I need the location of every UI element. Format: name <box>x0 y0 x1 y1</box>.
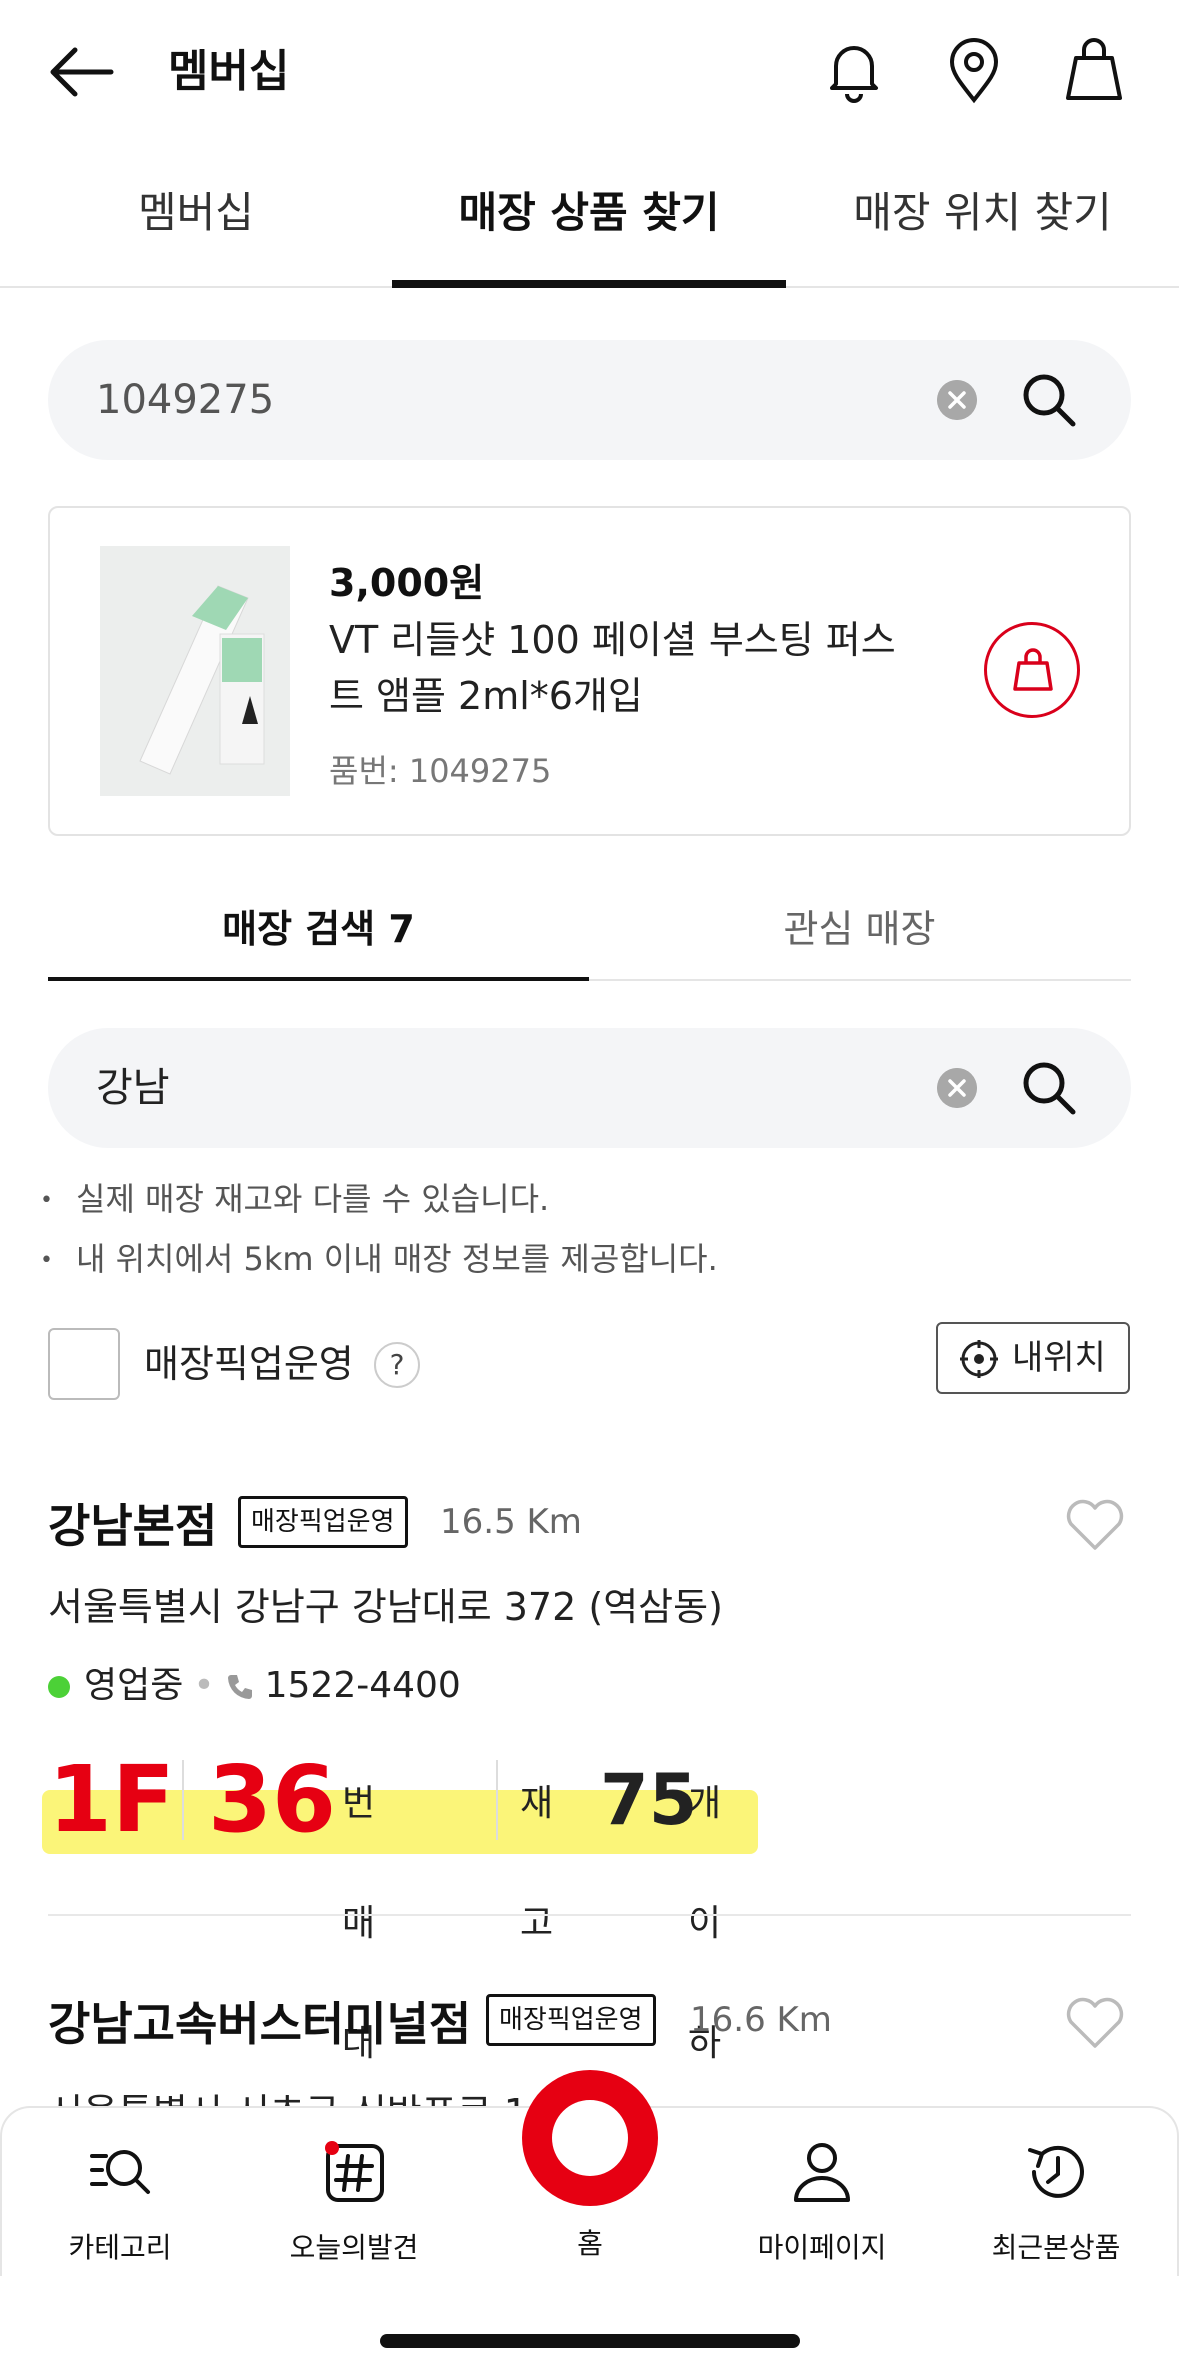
nav-label[interactable]: 홈 <box>522 2222 658 2262</box>
nav-category[interactable]: 카테고리 <box>40 2136 200 2266</box>
tab-membership[interactable]: 멤버십 <box>0 170 392 288</box>
crosshair-icon <box>960 1340 998 1378</box>
shelf-number: 36 <box>208 1746 337 1853</box>
shopping-bag-icon[interactable] <box>1058 34 1130 106</box>
store-distance: 16.5 Km <box>440 1502 582 1542</box>
store-search-input[interactable]: 강남 <box>48 1028 1131 1148</box>
page-title: 멤버십 <box>168 46 290 97</box>
category-search-icon <box>90 2150 150 2194</box>
product-code: 품번: 1049275 <box>329 752 552 790</box>
heart-icon[interactable] <box>1064 1498 1126 1552</box>
product-search-value[interactable]: 1049275 <box>96 340 274 460</box>
store-divider <box>48 1914 1131 1916</box>
store-name[interactable]: 강남본점 <box>48 1490 217 1556</box>
nav-recent-products[interactable]: 최근본상품 <box>976 2136 1136 2266</box>
nav-label: 최근본상품 <box>991 2231 1121 2264</box>
pickup-badge: 매장픽업운영 <box>486 1994 656 2046</box>
bell-icon[interactable] <box>818 34 890 106</box>
person-icon <box>794 2143 850 2202</box>
phone-icon <box>227 1675 252 1699</box>
store-phone[interactable]: 1522-4400 <box>265 1665 461 1706</box>
home-indicator[interactable] <box>380 2334 800 2348</box>
history-icon <box>1028 2145 1084 2198</box>
stock-prefix: 재고 <box>520 1783 554 1944</box>
back-arrow-icon[interactable] <box>45 40 117 104</box>
product-image <box>100 546 290 796</box>
my-location-button[interactable]: 내위치 <box>936 1322 1130 1394</box>
notice-list: 실제 매장 재고와 다를 수 있습니다. 내 위치에서 5km 이내 매장 정보… <box>40 1170 718 1290</box>
nav-today-discovery[interactable]: 오늘의발견 <box>274 2136 434 2266</box>
separator: • <box>193 1665 215 1706</box>
search-icon[interactable] <box>1019 1058 1079 1118</box>
notice-item: 내 위치에서 5km 이내 매장 정보를 제공합니다. <box>40 1230 718 1290</box>
floor-value: 1F <box>48 1746 175 1853</box>
product-search-input[interactable]: 1049275 <box>48 340 1131 460</box>
divider-line <box>182 1760 184 1840</box>
location-pin-icon[interactable] <box>938 34 1010 106</box>
home-button[interactable] <box>522 2070 658 2206</box>
search-icon[interactable] <box>1019 370 1079 430</box>
store-address: 서울특별시 강남구 강남대로 372 (역삼동) <box>48 1585 723 1629</box>
heart-icon[interactable] <box>1064 1996 1126 2050</box>
store-tabs: 매장 검색 7 관심 매장 <box>48 893 1131 981</box>
store-status: 영업중 • 1522-4400 <box>48 1660 461 1712</box>
clear-icon[interactable] <box>937 1068 977 1108</box>
product-card[interactable]: 3,000원 VT 리들샷 100 페이셜 부스팅 퍼스트 앰플 2ml*6개입… <box>48 506 1131 836</box>
active-store-tab-indicator <box>48 977 589 981</box>
tab-favorite-stores[interactable]: 관심 매장 <box>589 893 1130 965</box>
product-price: 3,000원 <box>329 561 485 605</box>
tab-store-location[interactable]: 매장 위치 찾기 <box>786 170 1179 288</box>
nav-mypage[interactable]: 마이페이지 <box>742 2136 902 2266</box>
stock-suffix: 개 이하 <box>688 1783 722 2064</box>
stock-count: 75 <box>600 1759 698 1841</box>
pickup-badge: 매장픽업운영 <box>238 1496 408 1548</box>
open-status-label: 영업중 <box>84 1665 184 1706</box>
product-name: VT 리들샷 100 페이셜 부스팅 퍼스트 앰플 2ml*6개입 <box>329 618 896 718</box>
pickup-filter-label[interactable]: 매장픽업운영 <box>144 1328 354 1400</box>
hashtag-icon <box>325 2141 384 2202</box>
store-name[interactable]: 강남고속버스터미널점 <box>48 1988 471 2054</box>
clear-icon[interactable] <box>937 380 977 420</box>
active-tab-indicator <box>392 280 786 288</box>
my-location-label[interactable]: 내위치 <box>1012 1338 1106 1378</box>
store-distance: 16.6 Km <box>690 2000 832 2040</box>
notice-item: 실제 매장 재고와 다를 수 있습니다. <box>40 1170 718 1230</box>
tab-store-product-search[interactable]: 매장 상품 찾기 <box>392 170 786 288</box>
tab-store-search[interactable]: 매장 검색 7 <box>48 893 589 965</box>
help-icon[interactable]: ? <box>374 1342 420 1388</box>
main-tabs: 멤버십 매장 상품 찾기 매장 위치 찾기 <box>0 170 1179 288</box>
store-search-value[interactable]: 강남 <box>96 1028 170 1148</box>
add-to-cart-button[interactable] <box>984 622 1080 718</box>
nav-label: 카테고리 <box>68 2231 172 2264</box>
pickup-filter-checkbox[interactable] <box>48 1328 120 1400</box>
app-header: 멤버십 <box>0 0 1179 145</box>
nav-label: 오늘의발견 <box>289 2231 419 2264</box>
open-status-dot <box>48 1676 70 1698</box>
shopping-bag-icon <box>1013 648 1053 691</box>
divider-line <box>496 1760 498 1840</box>
nav-label: 마이페이지 <box>757 2231 887 2264</box>
